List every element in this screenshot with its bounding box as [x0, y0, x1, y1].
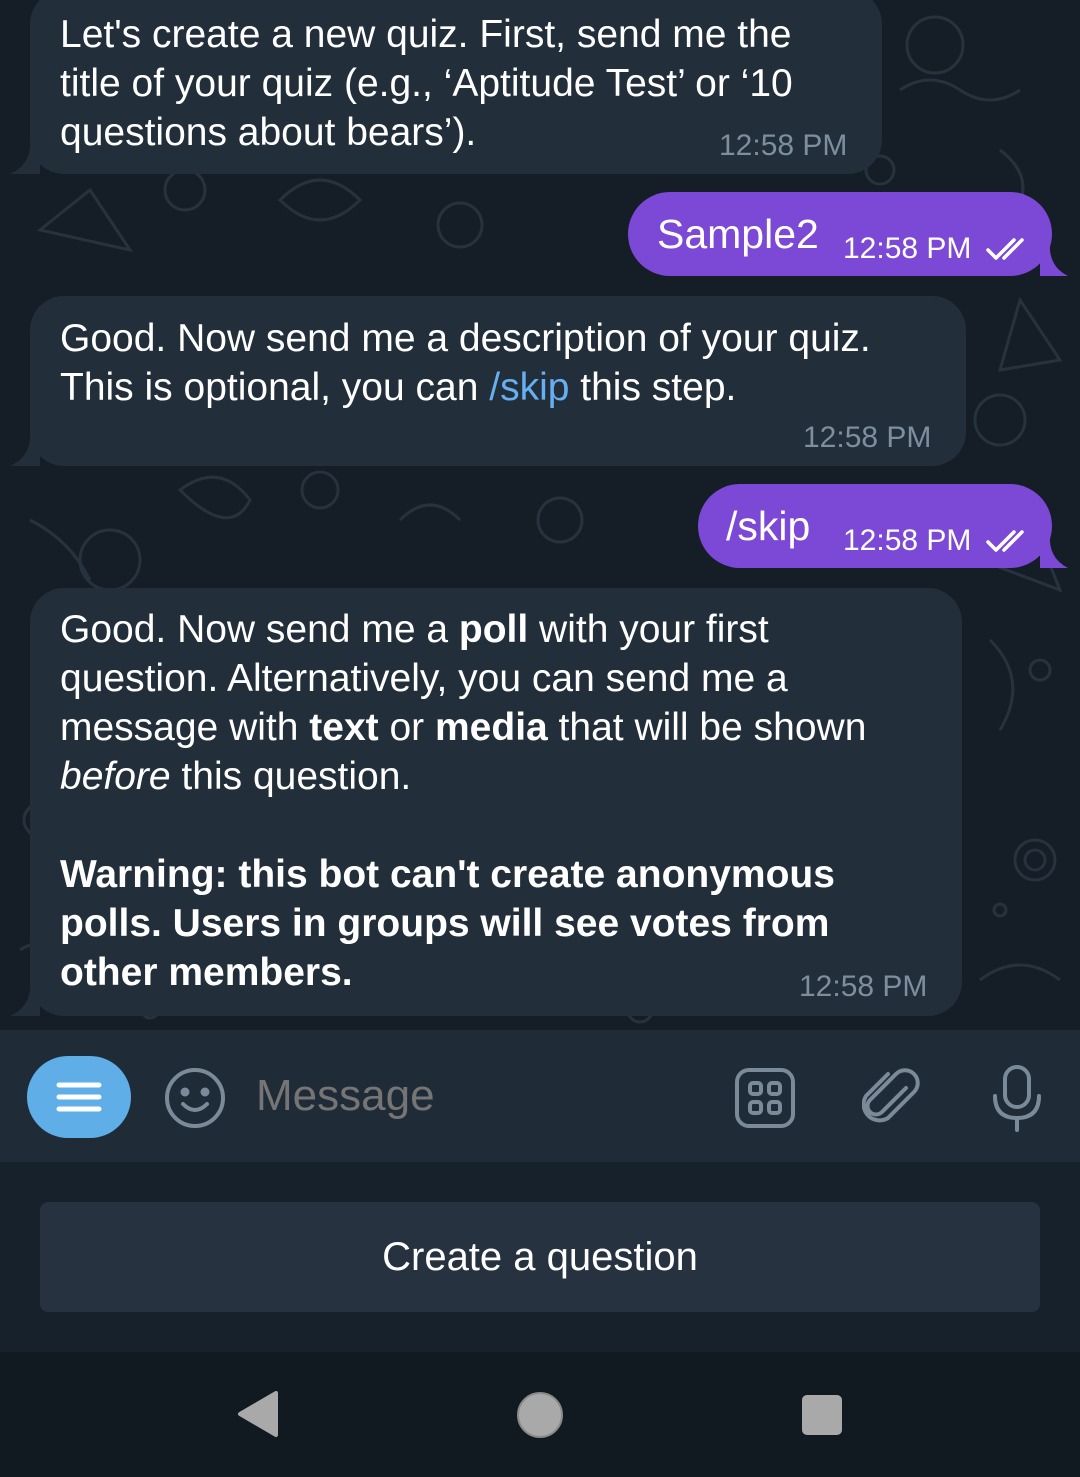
create-question-button[interactable]: Create a question: [40, 1202, 1040, 1312]
message-text: with your first: [528, 608, 769, 651]
message-timestamp: 12:58 PM: [799, 970, 928, 1003]
incoming-message[interactable]: Good. Now send me a poll with your first…: [30, 588, 962, 1016]
recents-icon[interactable]: [801, 1394, 843, 1436]
message-timestamp: 12:58 PM: [803, 421, 932, 454]
read-receipt-icon: [986, 238, 1024, 260]
message-text: that will be shown: [547, 706, 867, 749]
message-text: Let's create a new quiz. First, send me …: [60, 13, 792, 56]
message-composer: [0, 1030, 1080, 1162]
message-timestamp: 12:58 PM: [843, 232, 972, 265]
bubble-tail: [1040, 242, 1068, 276]
warning-text: polls. Users in groups will see votes fr…: [60, 902, 830, 945]
message-text-line: before this question.: [60, 752, 950, 801]
back-icon[interactable]: [236, 1390, 278, 1438]
bold-text: text: [309, 706, 379, 749]
bot-keyboard-icon[interactable]: [734, 1067, 796, 1129]
message-text: this question.: [170, 755, 412, 798]
microphone-icon[interactable]: [990, 1064, 1044, 1134]
message-text-line: This is optional, you can /skip this ste…: [60, 363, 950, 412]
message-text: or: [378, 706, 435, 749]
message-text: this step.: [569, 366, 737, 409]
message-text: Sample2: [657, 211, 819, 257]
chat-area[interactable]: Let's create a new quiz. First, send me …: [0, 0, 1080, 1030]
bold-text: media: [435, 706, 548, 749]
warning-text: Warning: this bot can't create anonymous: [60, 853, 835, 896]
message-text: message with: [60, 706, 310, 749]
bubble-tail: [10, 982, 40, 1016]
bubble-tail: [10, 432, 40, 466]
read-receipt-icon: [986, 530, 1024, 552]
message-input[interactable]: [256, 1066, 696, 1126]
bold-text: poll: [458, 608, 529, 651]
outgoing-message[interactable]: Sample2 12:58 PM: [628, 192, 1052, 276]
incoming-message[interactable]: Let's create a new quiz. First, send me …: [30, 0, 882, 174]
menu-icon: [56, 1082, 102, 1112]
message-text: question. Alternatively, you can send me…: [60, 657, 788, 700]
italic-text: before: [60, 755, 171, 798]
bubble-tail: [1040, 534, 1068, 568]
system-navigation-bar: [0, 1352, 1080, 1477]
message-timestamp: 12:58 PM: [719, 129, 848, 162]
emoji-icon[interactable]: [163, 1066, 227, 1130]
message-text: This is optional, you can: [60, 366, 490, 409]
message-text-line: message with text or media that will be …: [60, 703, 950, 752]
outgoing-message[interactable]: /skip 12:58 PM: [698, 484, 1052, 568]
incoming-message[interactable]: Good. Now send me a description of your …: [30, 296, 966, 466]
message-timestamp: 12:58 PM: [843, 524, 972, 557]
home-icon[interactable]: [515, 1390, 565, 1440]
message-text: Good. Now send me a: [60, 608, 459, 651]
bot-menu-button[interactable]: [27, 1056, 131, 1138]
bot-keyboard: Create a question: [0, 1162, 1080, 1352]
message-text: /skip: [726, 503, 811, 549]
skip-command-link[interactable]: /skip: [489, 366, 569, 409]
attach-icon[interactable]: [862, 1066, 922, 1130]
message-text: title of your quiz (e.g., ‘Aptitude Test…: [60, 62, 793, 105]
bubble-tail: [10, 140, 40, 174]
message-text: Good. Now send me a description of your …: [60, 317, 871, 360]
message-text-line: Good. Now send me a poll with your first: [60, 605, 950, 654]
